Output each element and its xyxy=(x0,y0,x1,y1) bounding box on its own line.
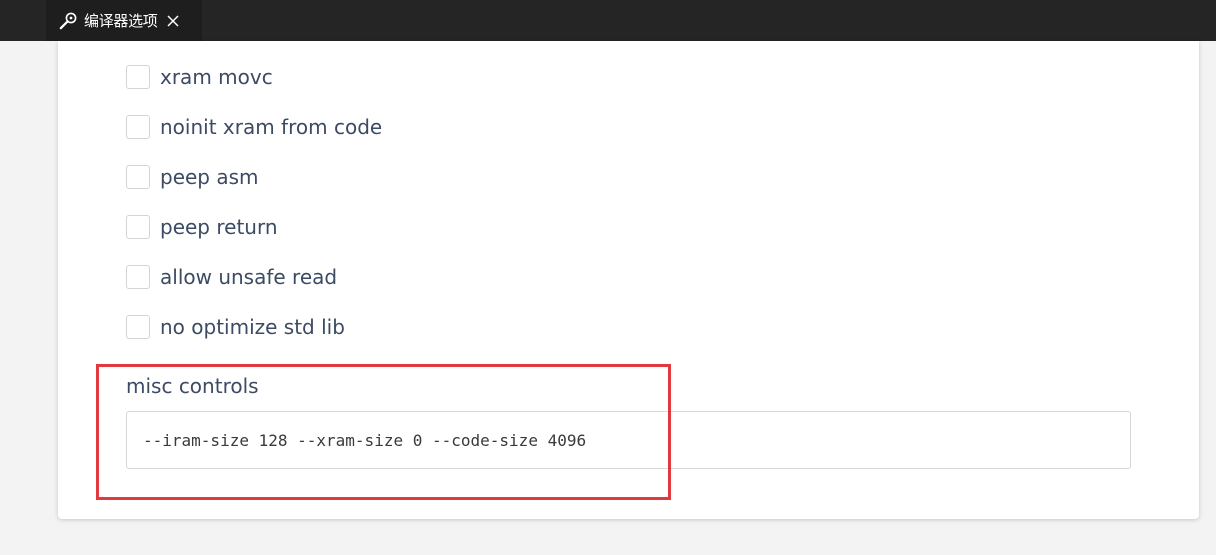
misc-controls-label: misc controls xyxy=(126,374,259,398)
close-icon[interactable] xyxy=(166,14,180,28)
option-label: xram movc xyxy=(160,65,273,89)
wrench-icon xyxy=(58,11,78,31)
options-panel: xram movc noinit xram from code peep asm… xyxy=(58,41,1199,519)
option-allow-unsafe-read[interactable]: allow unsafe read xyxy=(126,264,337,290)
checkbox-xram-movc[interactable] xyxy=(126,65,150,89)
option-peep-return[interactable]: peep return xyxy=(126,214,278,240)
option-label: no optimize std lib xyxy=(160,315,345,339)
tab-compiler-options[interactable]: 编译器选项 xyxy=(46,0,202,41)
title-bar: 编译器选项 xyxy=(0,0,1216,41)
tab-title: 编译器选项 xyxy=(84,12,158,30)
checkbox-noinit-xram-from-code[interactable] xyxy=(126,115,150,139)
option-label: peep return xyxy=(160,215,278,239)
option-label: allow unsafe read xyxy=(160,265,338,289)
checkbox-allow-unsafe-read[interactable] xyxy=(126,265,150,289)
misc-controls-input[interactable] xyxy=(126,411,1131,469)
option-label: noinit xram from code xyxy=(160,115,383,139)
checkbox-peep-return[interactable] xyxy=(126,215,150,239)
option-peep-asm[interactable]: peep asm xyxy=(126,164,259,190)
option-label: peep asm xyxy=(160,165,259,189)
checkbox-peep-asm[interactable] xyxy=(126,165,150,189)
checkbox-no-optimize-std-lib[interactable] xyxy=(126,315,150,339)
option-noinit-xram-from-code[interactable]: noinit xram from code xyxy=(126,114,382,140)
option-no-optimize-std-lib[interactable]: no optimize std lib xyxy=(126,314,345,340)
option-xram-movc[interactable]: xram movc xyxy=(126,64,273,90)
